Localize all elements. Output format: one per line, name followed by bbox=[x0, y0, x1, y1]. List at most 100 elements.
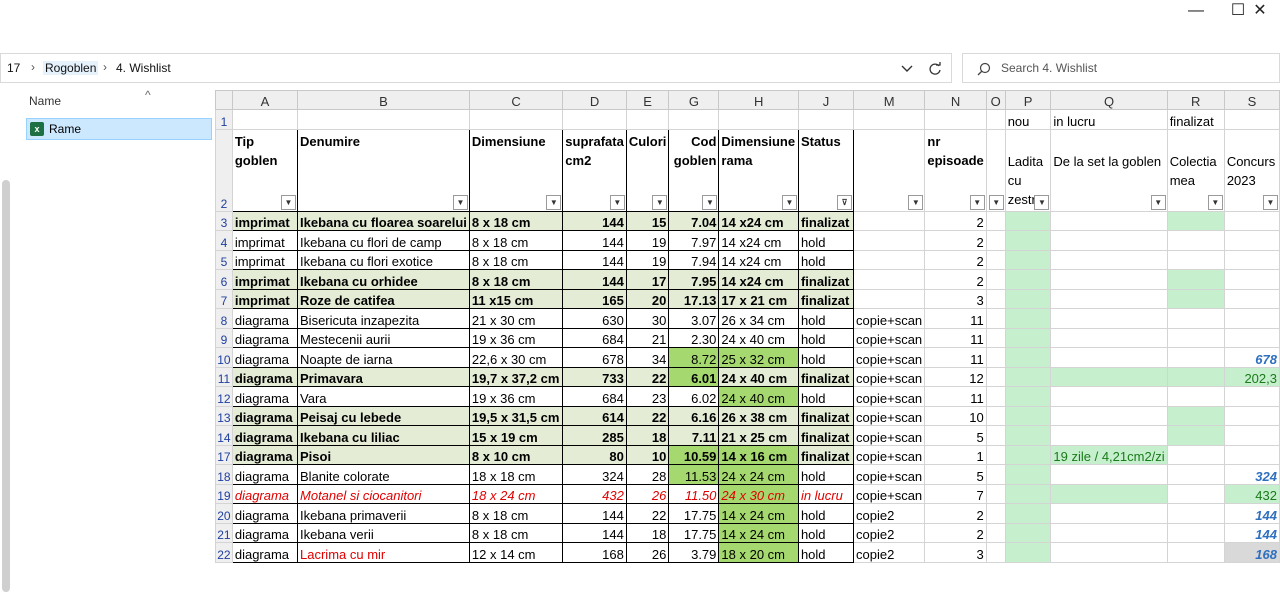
cell-m[interactable]: copie2 bbox=[853, 503, 926, 524]
cell-s[interactable]: 202,3 bbox=[1223, 366, 1280, 387]
header-ladita[interactable]: Ladita cu zestre ▼ bbox=[1004, 128, 1052, 212]
address-bar[interactable]: 17 › Rogoblen › 4. Wishlist bbox=[0, 53, 952, 83]
cell-s[interactable]: 144 bbox=[1223, 503, 1280, 524]
cell-o[interactable] bbox=[985, 249, 1006, 270]
cell[interactable] bbox=[853, 109, 926, 130]
close-button[interactable]: ✕ bbox=[1240, 0, 1280, 24]
cell-b[interactable]: Primavara bbox=[297, 366, 470, 387]
cell-p[interactable] bbox=[1004, 444, 1052, 465]
header-colectia[interactable]: Colectia mea ▼ bbox=[1166, 128, 1225, 212]
cell-o[interactable] bbox=[985, 269, 1006, 290]
cell-j[interactable]: hold bbox=[797, 386, 855, 407]
cell-o[interactable] bbox=[985, 542, 1006, 563]
cell-n[interactable]: 2 bbox=[924, 210, 987, 231]
cell-s[interactable] bbox=[1223, 327, 1280, 348]
cell-q[interactable] bbox=[1050, 386, 1168, 407]
col-header-H[interactable]: H bbox=[718, 90, 799, 110]
cell-a[interactable]: diagrama bbox=[231, 483, 299, 504]
cell-r[interactable] bbox=[1166, 405, 1225, 426]
cell-h[interactable]: 24 x 24 cm bbox=[718, 464, 799, 485]
cell-o[interactable] bbox=[985, 210, 1006, 231]
col-header-S[interactable]: S bbox=[1223, 90, 1280, 110]
crumb-wishlist[interactable]: 4. Wishlist bbox=[116, 61, 171, 75]
row-header[interactable]: 22 bbox=[215, 542, 233, 563]
cell-e[interactable]: 10 bbox=[625, 444, 670, 465]
header-tip-goblen[interactable]: Tip goblen ▼ bbox=[231, 128, 299, 212]
row-header[interactable]: 18 bbox=[215, 464, 233, 485]
cell-q[interactable] bbox=[1050, 230, 1168, 251]
cell-c[interactable]: 18 x 24 cm bbox=[468, 483, 564, 504]
cell-p[interactable] bbox=[1004, 249, 1052, 270]
col-header-Q[interactable]: Q bbox=[1050, 90, 1168, 110]
cell-g[interactable]: 17.13 bbox=[668, 288, 720, 309]
cell-o[interactable] bbox=[985, 405, 1006, 426]
cell-c[interactable]: 19 x 36 cm bbox=[468, 327, 564, 348]
cell-s[interactable]: 678 bbox=[1223, 347, 1280, 368]
cell-p[interactable] bbox=[1004, 366, 1052, 387]
cell-b[interactable]: Motanel si ciocanitori bbox=[297, 483, 470, 504]
cell[interactable] bbox=[468, 109, 564, 130]
cell-o[interactable] bbox=[985, 347, 1006, 368]
cell-p[interactable] bbox=[1004, 327, 1052, 348]
filter-dropdown-icon[interactable]: ▼ bbox=[1034, 194, 1050, 210]
cell-j[interactable]: finalizat bbox=[797, 425, 855, 446]
filter-dropdown-icon[interactable]: ▼ bbox=[281, 194, 297, 210]
cell-r[interactable] bbox=[1166, 483, 1225, 504]
col-header-E[interactable]: E bbox=[625, 90, 670, 110]
cell-p[interactable] bbox=[1004, 425, 1052, 446]
cell-g[interactable]: 7.95 bbox=[668, 269, 720, 290]
cell-h[interactable]: 24 x 40 cm bbox=[718, 386, 799, 407]
cell-g[interactable]: 7.94 bbox=[668, 249, 720, 270]
cell-j[interactable]: hold bbox=[797, 249, 855, 270]
cell-a[interactable]: imprimat bbox=[231, 210, 299, 231]
cell-e[interactable]: 26 bbox=[625, 483, 670, 504]
cell-p[interactable] bbox=[1004, 308, 1052, 329]
cell-j[interactable]: hold bbox=[797, 347, 855, 368]
row-header[interactable]: 19 bbox=[215, 483, 233, 504]
cell-a[interactable]: imprimat bbox=[231, 230, 299, 251]
cell-e[interactable]: 30 bbox=[625, 308, 670, 329]
cell-e[interactable]: 21 bbox=[625, 327, 670, 348]
cell-m[interactable]: copie+scan bbox=[853, 405, 926, 426]
cell-q[interactable] bbox=[1050, 308, 1168, 329]
cell-g[interactable]: 7.11 bbox=[668, 425, 720, 446]
cell-g[interactable]: 3.79 bbox=[668, 542, 720, 563]
cell-r[interactable] bbox=[1166, 230, 1225, 251]
cell-j[interactable]: hold bbox=[797, 230, 855, 251]
cell-j[interactable]: hold bbox=[797, 327, 855, 348]
cell-n[interactable]: 1 bbox=[924, 444, 987, 465]
col-header-C[interactable]: C bbox=[468, 90, 564, 110]
cell-h[interactable]: 14 x 16 cm bbox=[718, 444, 799, 465]
cell-j[interactable]: finalizat bbox=[797, 444, 855, 465]
cell-d[interactable]: 630 bbox=[562, 308, 627, 329]
cell[interactable] bbox=[985, 109, 1006, 130]
cell-r[interactable] bbox=[1166, 210, 1225, 231]
cell-e[interactable]: 26 bbox=[625, 542, 670, 563]
cell-s[interactable] bbox=[1223, 288, 1280, 309]
cell-s[interactable]: 432 bbox=[1223, 483, 1280, 504]
filter-dropdown-icon[interactable]: ▼ bbox=[452, 194, 468, 210]
cell-e[interactable]: 23 bbox=[625, 386, 670, 407]
cell-a[interactable]: diagrama bbox=[231, 366, 299, 387]
cell-a[interactable]: diagrama bbox=[231, 444, 299, 465]
cell-d[interactable]: 684 bbox=[562, 386, 627, 407]
header-dimensiune[interactable]: Dimensiune ▼ bbox=[468, 128, 564, 212]
cell-r[interactable] bbox=[1166, 288, 1225, 309]
legend-in-lucru[interactable]: in lucru bbox=[1050, 109, 1168, 130]
cell-h[interactable]: 21 x 25 cm bbox=[718, 425, 799, 446]
cell-c[interactable]: 18 x 18 cm bbox=[468, 464, 564, 485]
cell[interactable] bbox=[1223, 109, 1280, 130]
cell-n[interactable]: 11 bbox=[924, 386, 987, 407]
crumb-prev[interactable]: 17 bbox=[7, 61, 20, 75]
cell-h[interactable]: 24 x 30 cm bbox=[718, 483, 799, 504]
cell-m[interactable] bbox=[853, 230, 926, 251]
cell-s[interactable] bbox=[1223, 386, 1280, 407]
cell-b[interactable]: Ikebana cu orhidee bbox=[297, 269, 470, 290]
cell-d[interactable]: 144 bbox=[562, 230, 627, 251]
cell-a[interactable]: imprimat bbox=[231, 288, 299, 309]
col-header-R[interactable]: R bbox=[1166, 90, 1225, 110]
name-column-header[interactable]: Name bbox=[29, 94, 61, 108]
cell-n[interactable]: 2 bbox=[924, 503, 987, 524]
cell-p[interactable] bbox=[1004, 347, 1052, 368]
cell-d[interactable]: 144 bbox=[562, 269, 627, 290]
